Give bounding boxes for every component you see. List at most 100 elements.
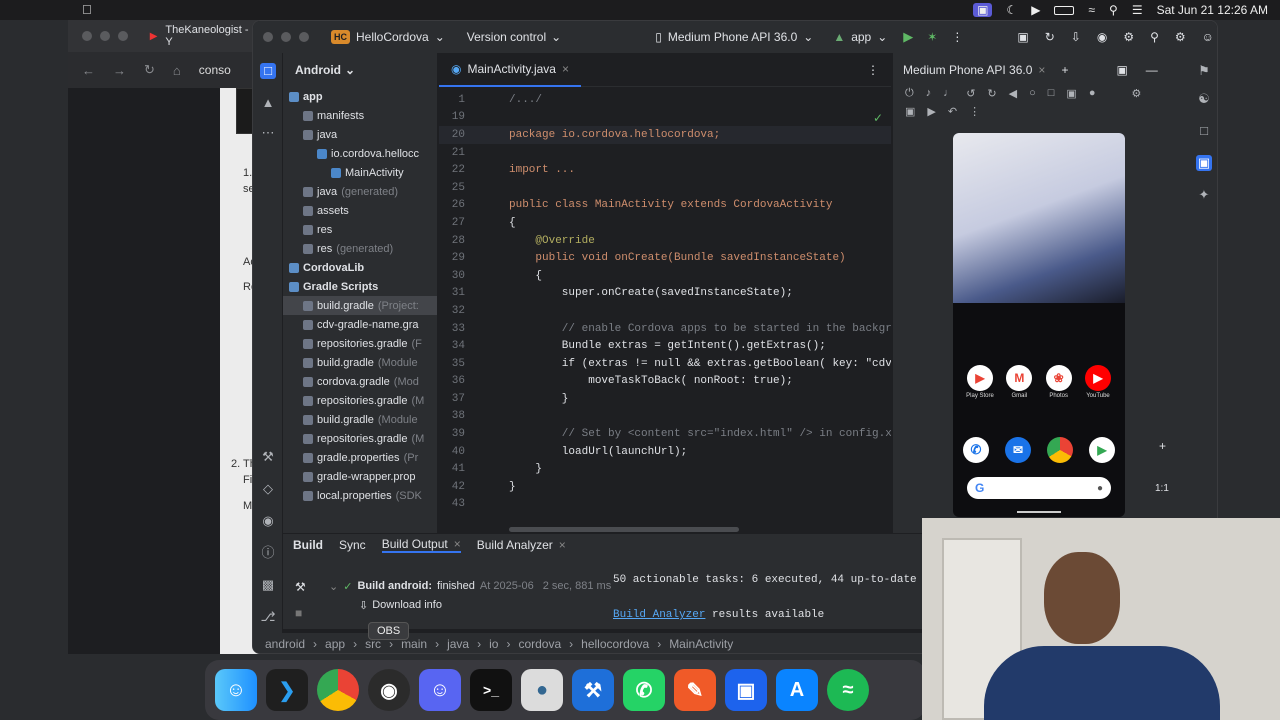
run-config-selector[interactable]: ▲ app ⌄ xyxy=(833,30,887,44)
gem-icon[interactable]: ◇ xyxy=(260,481,276,497)
tree-item[interactable]: repositories.gradle (M xyxy=(283,429,437,448)
home-icon[interactable]: ⌂ xyxy=(173,63,181,78)
search-icon[interactable]: ⚲ xyxy=(1150,30,1159,44)
code-line[interactable]: 38 xyxy=(439,408,891,426)
device-file-icon[interactable]: □ xyxy=(1196,123,1212,139)
tree-item[interactable]: manifests xyxy=(283,106,437,125)
rotate-right-icon[interactable]: ↻ xyxy=(987,87,996,105)
tree-item[interactable]: gradle.properties (Pr xyxy=(283,448,437,467)
control-center-icon[interactable]: ☰ xyxy=(1132,3,1143,17)
sync-icon[interactable]: ↻ xyxy=(1045,30,1055,44)
running-devices-icon[interactable]: ▣ xyxy=(1196,155,1212,171)
hammer-icon[interactable]: ⚒ xyxy=(295,580,306,594)
close-icon[interactable]: × xyxy=(454,537,461,551)
code-line[interactable]: 36 moveTaskToBack( nonRoot: true); xyxy=(439,373,891,391)
battery-icon[interactable] xyxy=(1054,5,1075,15)
camera-icon[interactable]: ▣ xyxy=(905,105,915,123)
more-tools-icon[interactable]: ⋯ xyxy=(260,125,276,141)
terminal-icon[interactable]: ▩ xyxy=(260,577,276,593)
clock-text[interactable]: Sat Jun 21 12:26 AM xyxy=(1157,3,1268,17)
reload-icon[interactable]: ↻ xyxy=(144,62,155,78)
video-icon[interactable]: ▶ xyxy=(927,105,935,123)
tree-item[interactable]: cordova.gradle (Mod xyxy=(283,372,437,391)
gradle-icon[interactable]: ☯ xyxy=(1196,91,1212,107)
code-line[interactable]: 27 { xyxy=(439,214,891,232)
gemini-icon[interactable]: ✦ xyxy=(1196,187,1212,203)
url-bar[interactable]: conso xyxy=(199,63,231,77)
breadcrumb-item[interactable]: java xyxy=(447,637,469,651)
gear-icon[interactable]: ⚙ xyxy=(1175,30,1186,44)
profile-icon[interactable]: ⚙ xyxy=(1123,30,1134,44)
window-max-dot[interactable] xyxy=(299,32,309,42)
debug-icon[interactable]: ✶ xyxy=(927,30,937,44)
tree-item[interactable]: repositories.gradle (M xyxy=(283,391,437,410)
messages-app-icon[interactable]: ✉ xyxy=(1005,437,1031,463)
window-min-dot[interactable] xyxy=(281,32,291,42)
gesture-bar[interactable] xyxy=(1017,511,1061,513)
finder-icon[interactable]: ☺ xyxy=(215,669,257,711)
rotate-icon[interactable]: ↺ xyxy=(966,87,975,105)
download-info-row[interactable]: ⇩ Download info xyxy=(359,599,442,612)
code-line[interactable]: 37 } xyxy=(439,390,891,408)
undo-icon[interactable]: ↶ xyxy=(948,105,957,123)
tree-item[interactable]: build.gradle (Module xyxy=(283,353,437,372)
code-line[interactable]: 20 package io.cordova.hellocordova; xyxy=(439,126,891,144)
tree-item[interactable]: io.cordova.hellocc xyxy=(283,144,437,163)
code-line[interactable]: 34 Bundle extras = getIntent().getExtras… xyxy=(439,337,891,355)
logcat-icon[interactable]: ◉ xyxy=(260,513,276,529)
window-icon[interactable]: ▣ xyxy=(1116,63,1127,77)
device-selector[interactable]: ▯ Medium Phone API 36.0 ⌄ xyxy=(655,30,813,44)
tree-item[interactable]: app xyxy=(283,87,437,106)
project-panel-title[interactable]: Android ⌄ xyxy=(283,53,437,87)
stop-icon[interactable]: ■ xyxy=(295,606,302,620)
home-app[interactable]: ▶ Play Store xyxy=(963,365,997,399)
play-app-icon[interactable]: ▶ xyxy=(1089,437,1115,463)
home-app[interactable]: ▶ YouTube xyxy=(1081,365,1115,399)
tree-item[interactable]: gradle-wrapper.prop xyxy=(283,467,437,486)
postgres-icon[interactable]: ● xyxy=(521,669,563,711)
window-min-dot[interactable] xyxy=(99,31,110,41)
tab-build[interactable]: Build xyxy=(293,538,323,552)
code-line[interactable]: 1 /.../ xyxy=(439,91,891,109)
chrome-icon[interactable] xyxy=(317,669,359,711)
tree-item[interactable]: build.gradle (Project: xyxy=(283,296,437,315)
breadcrumb-item[interactable]: io xyxy=(489,637,498,651)
settings-icon[interactable]: ⚙ xyxy=(1131,87,1141,105)
tree-item[interactable]: build.gradle (Module xyxy=(283,410,437,429)
code-line[interactable]: 32 xyxy=(439,302,891,320)
more-icon[interactable]: ⋮ xyxy=(969,105,980,123)
add-icon[interactable]: + xyxy=(1061,63,1068,77)
screenshot-icon[interactable]: ▣ xyxy=(1066,87,1076,105)
code-lines[interactable]: 1 /.../ 19 20 package io.cordova.hellocordov… xyxy=(439,87,891,513)
more-icon[interactable]: ⋮ xyxy=(867,63,879,77)
code-line[interactable]: 21 xyxy=(439,144,891,162)
breadcrumb-item[interactable]: MainActivity xyxy=(669,637,733,651)
code-line[interactable]: 42} xyxy=(439,478,891,496)
zoom-in-icon[interactable]: + xyxy=(1159,439,1166,453)
vscode-icon[interactable]: ❯ xyxy=(266,669,308,711)
bug-icon[interactable]: ◉ xyxy=(1097,30,1107,44)
home-app[interactable]: ❀ Photos xyxy=(1042,365,1076,399)
phone-app-icon[interactable]: ✆ xyxy=(963,437,989,463)
window-close-dot[interactable] xyxy=(82,31,92,41)
code-line[interactable]: 43 xyxy=(439,496,891,514)
window-max-dot[interactable] xyxy=(117,31,128,41)
tree-item[interactable]: repositories.gradle (F xyxy=(283,334,437,353)
minimize-icon[interactable]: — xyxy=(1146,63,1158,77)
notifications-icon[interactable]: ⚑ xyxy=(1196,63,1212,79)
code-line[interactable]: 40 loadUrl(launchUrl); xyxy=(439,443,891,461)
code-line[interactable]: 22 import ... xyxy=(439,161,891,179)
discord-icon[interactable]: ☺ xyxy=(419,669,461,711)
browser-tab-title[interactable]: TheKaneologist - Y xyxy=(165,24,258,48)
resource-manager-icon[interactable]: ▲ xyxy=(260,95,276,111)
screen-record-icon[interactable]: ▣ xyxy=(973,3,993,17)
spotify-icon[interactable]: ≈ xyxy=(827,669,869,711)
editor-tab[interactable]: ◉ MainActivity.java × xyxy=(439,53,581,87)
tab-build-analyzer[interactable]: Build Analyzer × xyxy=(477,538,566,552)
play-icon[interactable]: ▶ xyxy=(1031,3,1040,17)
spotlight-icon[interactable]: ⚲ xyxy=(1109,3,1118,17)
more-icon[interactable]: ⋮ xyxy=(951,30,963,44)
sdk-icon[interactable]: ⇩ xyxy=(1071,30,1081,44)
obs-icon[interactable]: ◉ xyxy=(368,669,410,711)
project-selector[interactable]: HC HelloCordova ⌄ xyxy=(331,30,445,44)
